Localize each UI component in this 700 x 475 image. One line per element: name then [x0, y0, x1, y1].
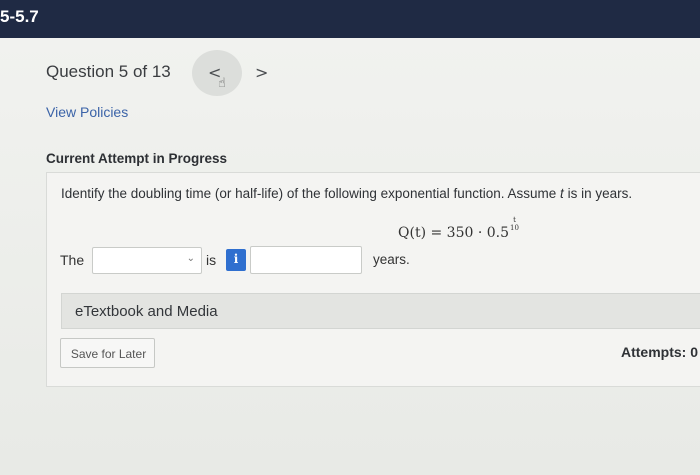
is-label: is [206, 252, 217, 268]
question-counter: Question 5 of 13 [46, 62, 171, 81]
prompt-text-after: is in years. [563, 186, 633, 201]
formula: Q(t) = 350 · 0.5 t 10 [398, 216, 519, 241]
formula-equals: = [426, 225, 447, 241]
etextbook-label: eTextbook and Media [75, 303, 218, 320]
doubling-halflife-select[interactable]: ⌄ [92, 247, 202, 274]
info-icon: i [233, 252, 239, 266]
question-prompt: Identify the doubling time (or half-life… [61, 186, 632, 201]
formula-lhs: Q(t) [398, 225, 427, 241]
chevron-down-icon: ⌄ [186, 253, 195, 264]
save-for-later-button[interactable]: Save for Later [60, 338, 155, 368]
top-bar: 5-5.7 [0, 0, 700, 38]
section-label: 5-5.7 [0, 7, 39, 26]
chevron-right-icon[interactable]: > [255, 63, 268, 82]
formula-exponent: t 10 [510, 216, 519, 232]
info-button[interactable]: i [226, 249, 246, 271]
formula-rhs: 350 · 0.5 [446, 225, 510, 241]
prompt-text-before: Identify the doubling time (or half-life… [61, 186, 561, 201]
etextbook-media-panel[interactable]: eTextbook and Media [61, 293, 700, 329]
attempt-heading: Current Attempt in Progress [46, 151, 228, 166]
units-label: years. [373, 252, 410, 267]
answer-input[interactable] [250, 246, 362, 274]
view-policies-link[interactable]: View Policies [46, 104, 128, 120]
exponent-numerator: t [513, 216, 516, 224]
exponent-denominator: 10 [510, 224, 519, 232]
the-label: The [60, 252, 85, 268]
attempts-count: Attempts: 0 [621, 344, 699, 360]
hand-pointer-icon: ☝ [218, 76, 226, 91]
save-button-label: Save for Later [70, 347, 147, 361]
